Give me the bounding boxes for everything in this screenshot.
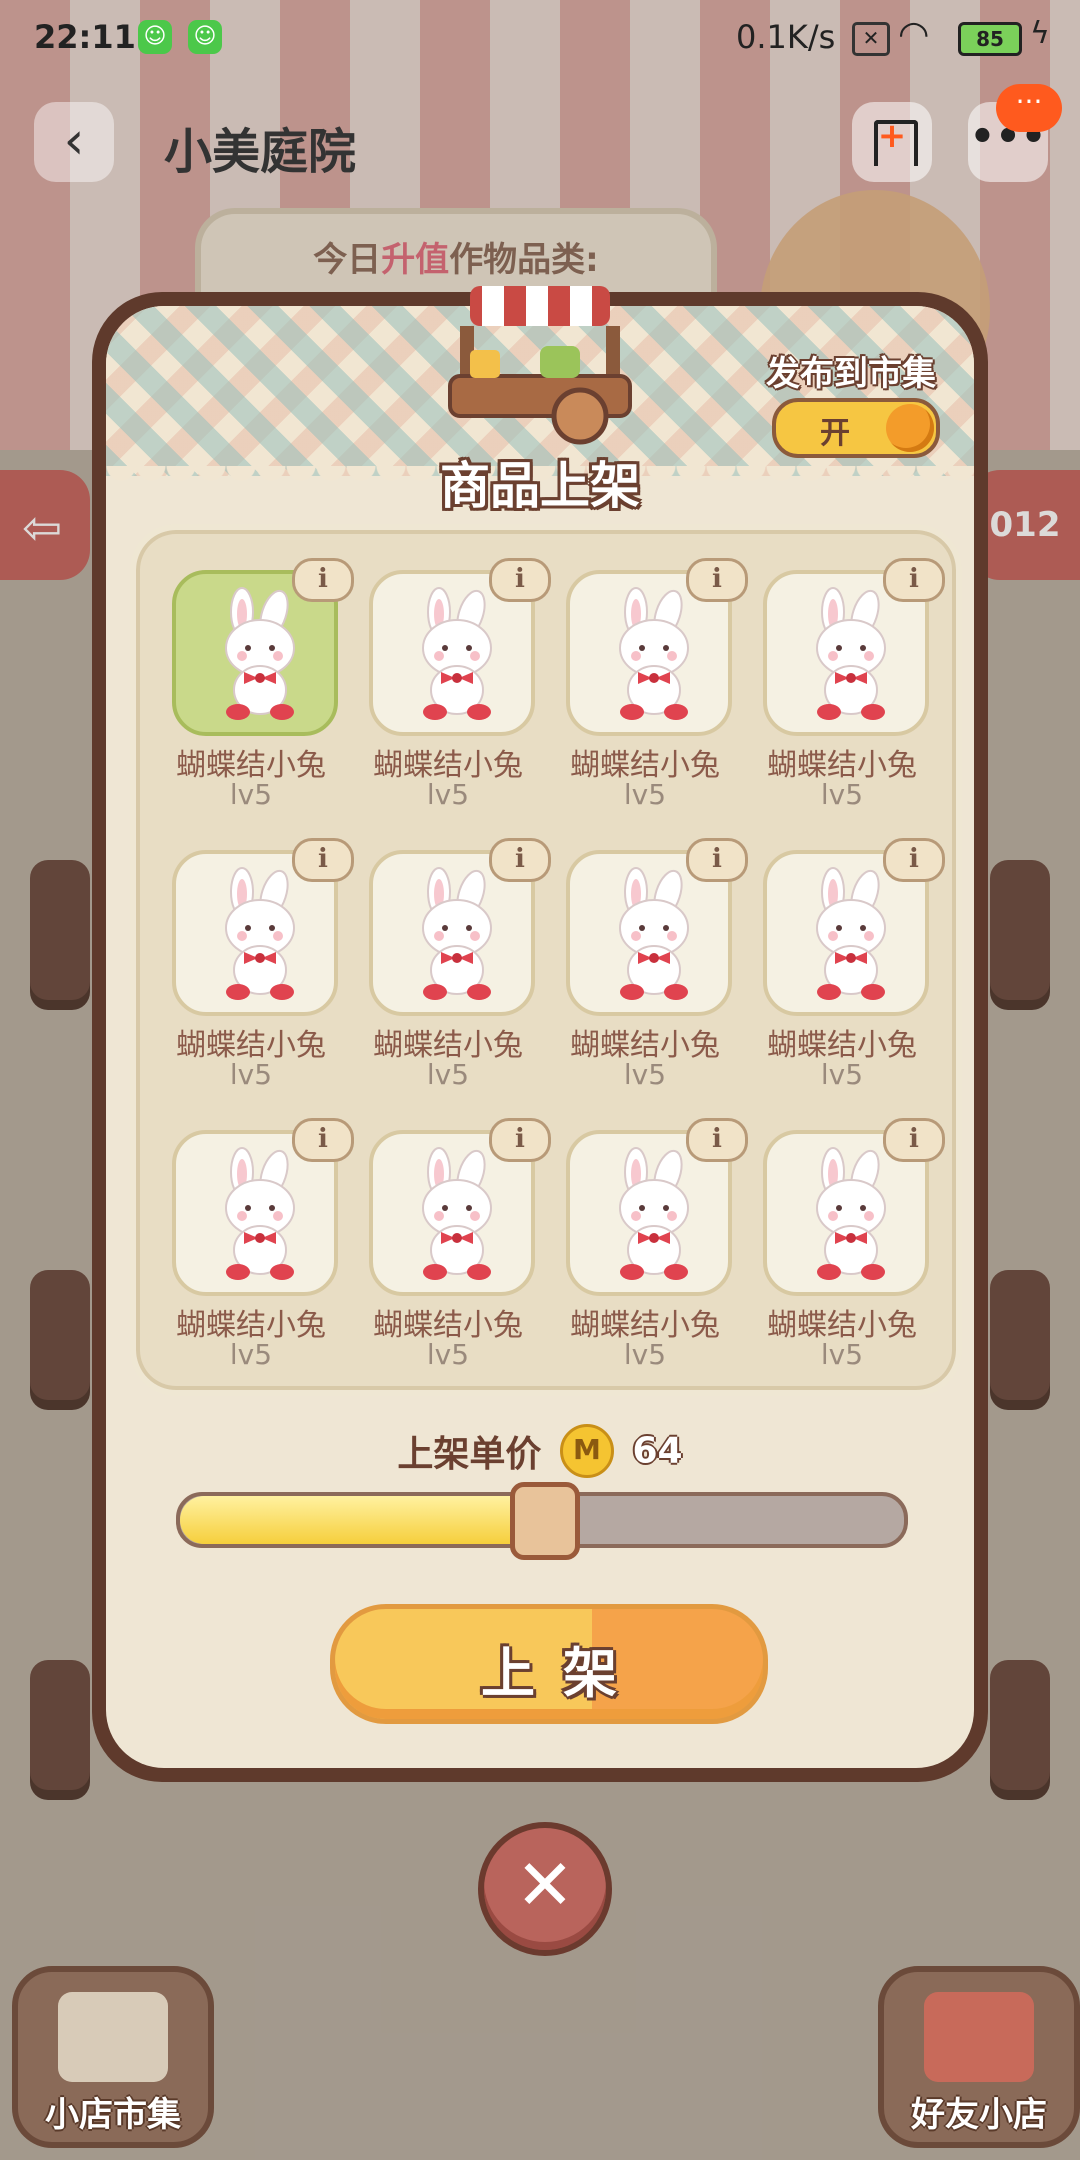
bow-bunny-icon — [619, 1147, 689, 1280]
item-level: lv5 — [229, 1058, 273, 1091]
toggle-knob — [886, 404, 934, 452]
item-card[interactable]: i 蝴蝶结小兔 lv5 — [166, 1118, 354, 1390]
info-icon[interactable]: i — [686, 558, 748, 602]
bow-bunny-icon — [422, 867, 492, 1000]
market-shop-label: 小店市集 — [45, 2095, 181, 2135]
info-icon[interactable]: i — [883, 558, 945, 602]
market-stall-icon — [448, 286, 632, 445]
item-card[interactable]: i 蝴蝶结小兔 lv5 — [363, 558, 551, 830]
item-card[interactable]: i 蝴蝶结小兔 lv5 — [560, 558, 748, 830]
bow-bunny-icon — [816, 867, 886, 1000]
item-card[interactable]: i 蝴蝶结小兔 lv5 — [560, 838, 748, 1110]
bow-bunny-icon — [816, 1147, 886, 1280]
close-icon: ✕ — [515, 1844, 575, 1926]
status-bar: 22:11 ☺ ☺ 0.1K/s ✕ ◠ 85 ϟ — [0, 0, 1080, 76]
item-card[interactable]: i 蝴蝶结小兔 lv5 — [166, 838, 354, 1110]
info-icon[interactable]: i — [686, 838, 748, 882]
page-title: 小美庭院 — [164, 124, 357, 180]
bow-bunny-icon — [225, 1147, 295, 1280]
item-card[interactable]: i 蝴蝶结小兔 lv5 — [757, 838, 945, 1110]
plus-icon: + — [877, 116, 907, 156]
bow-bunny-icon — [422, 587, 492, 720]
item-level: lv5 — [820, 1338, 864, 1371]
friend-shop-button[interactable]: 好友小店 — [878, 1966, 1080, 2148]
item-card[interactable]: i 蝴蝶结小兔 lv5 — [757, 1118, 945, 1390]
bow-bunny-icon — [619, 587, 689, 720]
status-time: 22:11 — [34, 18, 136, 56]
add-bookmark-button[interactable]: + — [852, 102, 932, 182]
friend-shop-label: 好友小店 — [911, 2095, 1047, 2135]
info-icon[interactable]: i — [883, 1118, 945, 1162]
info-icon[interactable]: i — [686, 1118, 748, 1162]
item-level: lv5 — [820, 1058, 864, 1091]
back-button[interactable]: ‹ — [34, 102, 114, 182]
wifi-icon: ◠ — [898, 14, 930, 55]
publish-to-market-label: 发布到市集 — [766, 354, 936, 394]
item-card[interactable]: i 蝴蝶结小兔 lv5 — [757, 558, 945, 830]
market-shop-button[interactable]: 小店市集 — [12, 1966, 214, 2148]
item-card[interactable]: i 蝴蝶结小兔 lv5 — [363, 838, 551, 1110]
stall-cart-icon — [924, 1992, 1034, 2082]
toggle-label: 开 — [820, 416, 850, 451]
bow-bunny-icon — [225, 867, 295, 1000]
item-card[interactable]: i 蝴蝶结小兔 lv5 — [166, 558, 354, 830]
battery-icon: 85 — [958, 22, 1022, 56]
item-level: lv5 — [426, 1058, 470, 1091]
item-grid: i 蝴蝶结小兔 lv5 i 蝴蝶结小兔 lv5 i 蝴蝶结小兔 lv5 i 蝴蝶… — [130, 524, 962, 1396]
info-icon[interactable]: i — [489, 558, 551, 602]
info-icon[interactable]: i — [489, 1118, 551, 1162]
publish-toggle[interactable]: 开 — [772, 398, 940, 458]
info-icon[interactable]: i — [883, 838, 945, 882]
info-icon[interactable]: i — [292, 558, 354, 602]
network-speed: 0.1K/s — [736, 18, 836, 56]
item-level: lv5 — [426, 1338, 470, 1371]
item-level: lv5 — [623, 1338, 667, 1371]
market-board-icon — [58, 1992, 168, 2082]
price-slider-fill — [180, 1496, 542, 1544]
unit-price-row: 上架单价 M 64 — [106, 1424, 974, 1478]
item-level: lv5 — [426, 778, 470, 811]
bow-bunny-icon — [816, 587, 886, 720]
info-icon[interactable]: i — [292, 838, 354, 882]
item-level: lv5 — [623, 778, 667, 811]
unit-price-value: 64 — [632, 1430, 683, 1472]
coin-icon: M — [559, 1424, 614, 1478]
no-sim-icon: ✕ — [852, 22, 890, 56]
info-icon[interactable]: i — [489, 838, 551, 882]
price-slider[interactable] — [176, 1482, 908, 1560]
item-card[interactable]: i 蝴蝶结小兔 lv5 — [560, 1118, 748, 1390]
item-card[interactable]: i 蝴蝶结小兔 lv5 — [363, 1118, 551, 1390]
notification-app-icon: ☺ — [138, 20, 172, 54]
charging-icon: ϟ — [1030, 16, 1050, 51]
info-icon[interactable]: i — [292, 1118, 354, 1162]
unit-price-label: 上架单价 — [397, 1434, 542, 1475]
notification-badge[interactable]: ··· — [996, 84, 1062, 132]
list-item-button[interactable]: 上架 — [330, 1604, 768, 1724]
list-item-button-label: 上架 — [481, 1642, 645, 1705]
notification-app-icon: ☺ — [188, 20, 222, 54]
close-button[interactable]: ✕ — [478, 1822, 612, 1956]
bow-bunny-icon — [422, 1147, 492, 1280]
item-level: lv5 — [229, 1338, 273, 1371]
item-level: lv5 — [820, 778, 864, 811]
price-slider-thumb[interactable] — [510, 1482, 580, 1560]
listing-dialog-body: 商品上架 发布到市集 开 i 蝴蝶结小兔 lv5 i 蝴蝶结小兔 lv5 i 蝴… — [106, 306, 974, 1768]
bow-bunny-icon — [225, 587, 295, 720]
chevron-left-icon: ‹ — [63, 111, 85, 171]
listing-dialog: 商品上架 发布到市集 开 i 蝴蝶结小兔 lv5 i 蝴蝶结小兔 lv5 i 蝴… — [92, 292, 988, 1782]
bow-bunny-icon — [619, 867, 689, 1000]
item-level: lv5 — [623, 1058, 667, 1091]
item-level: lv5 — [229, 778, 273, 811]
